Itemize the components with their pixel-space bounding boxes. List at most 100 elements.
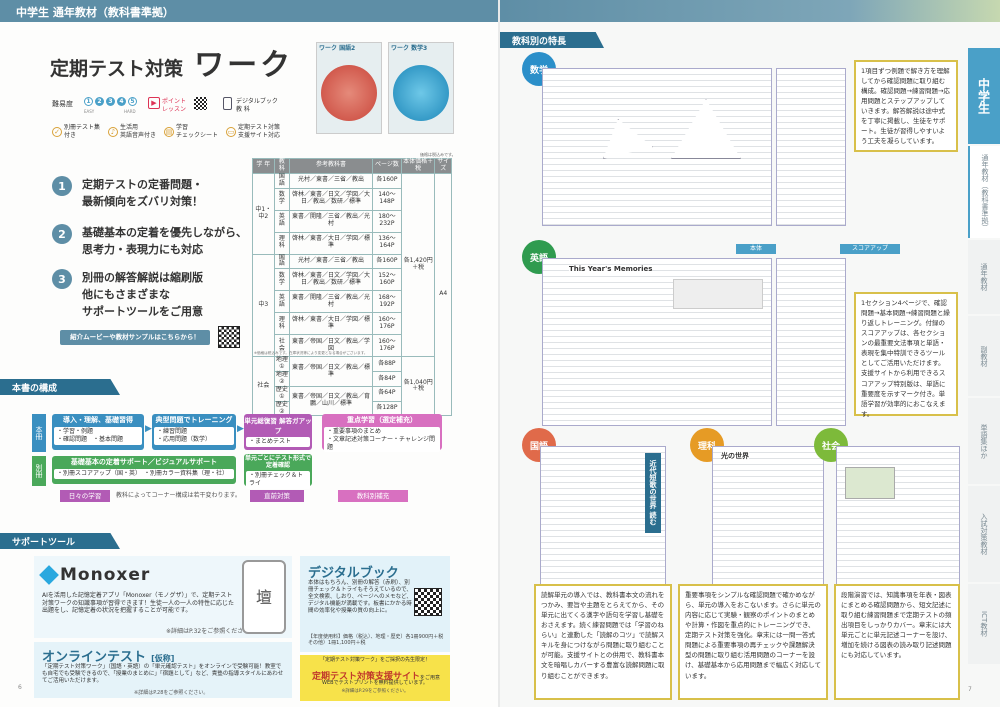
phone-mockup: 壇: [242, 560, 286, 634]
monoxer-panel: Monoxer AIを活用した記憶定着アプリ「Monoxer（モノグザ）」で、定…: [34, 556, 292, 638]
point-text: 基礎基本の定着を優先しながら、 思考力・表現力にも対応: [82, 226, 247, 257]
textbook-cell: 東書／開隆／三省／教出／光村: [289, 209, 373, 233]
table-header-row: 学 年 教 科 参考教科書 ページ数 本体価格＋税 サイズ: [252, 158, 452, 174]
subject-cell: 理 科: [273, 312, 291, 336]
math-diagram: [671, 99, 741, 159]
monoxer-logo-text: Monoxer: [60, 565, 151, 585]
tablet-icon: [223, 97, 232, 110]
feature-label: 定期テスト対策 支援サイト対応: [238, 124, 281, 139]
support-site-panel: 「定期テスト対策ワーク」をご採択の先生限定！ 定期テスト対策支援サイトをご用意 …: [300, 655, 450, 701]
pages-cell: 各88P: [371, 356, 402, 373]
pages-cell: 168〜192P: [371, 290, 402, 314]
table-header: ページ数: [371, 158, 402, 174]
difficulty-label: 難易度: [52, 100, 73, 108]
flow-bessatsu-items: ・別冊スコアアップ（国・英） ・別冊カラー資料集（理・社）: [54, 469, 234, 479]
side-tab-entrance[interactable]: 入試対策教材: [968, 486, 1000, 582]
subject-cell: 国 語: [273, 172, 291, 189]
video-button[interactable]: 紹介ムービーや教材サンプルはこちらから！: [60, 330, 210, 345]
monoxer-logo: Monoxer: [39, 565, 151, 585]
table-header: サイズ: [434, 158, 452, 174]
digital-book-panel: デジタルブック 本体はもちろん、別冊の解答（赤刷）、別冊チェック＆トライもそろえ…: [300, 556, 450, 652]
flow-training-title: 典型問題でトレーニング: [155, 416, 233, 424]
textbook-cell: 光村／東書／三省／教出: [289, 253, 373, 270]
section-subject-features: 教科別の特長: [500, 32, 604, 48]
pages-cell: 各160P: [371, 253, 402, 270]
flow-intro: 導入・理解、基礎習得 ・学習・例題 ・確認問題 ・基本問題: [52, 414, 144, 450]
feature-label: 別冊テスト集 付き: [64, 124, 101, 139]
flow-training: 典型問題でトレーニング ・練習問題 ・応用問題（数学）: [152, 414, 236, 450]
table-row: 社会 地理① 東書／帝国／日文／教出／標準 各88P 各1,040円＋税: [252, 356, 452, 417]
feature-label: 学習 チェックシート: [176, 124, 219, 139]
product-table: 学 年 教 科 参考教科書 ページ数 本体価格＋税 サイズ 中1・中2 国 語 …: [252, 158, 452, 417]
pages-cell: 140〜148P: [371, 187, 402, 211]
cover-kokugo-title: ワーク 国語: [319, 45, 352, 52]
social-page: [836, 446, 960, 586]
side-tab-annual[interactable]: 通年教材: [968, 240, 1000, 314]
side-tab-vocabulary[interactable]: 単語集ほか: [968, 398, 1000, 484]
side-tab-junior-high[interactable]: 中学生: [968, 48, 1000, 144]
arrow-icon: ▶: [145, 424, 152, 434]
social-note: 段階演習では、知識事項を年表・図表にまとめる確認問題から、短文記述に取り組む練習…: [834, 584, 960, 700]
cover-sugaku-grade: 3: [423, 45, 428, 52]
flow-bessatsu-title: 基礎基本の定着サポート／ビジュアルサポート: [70, 458, 218, 466]
table-body: 中1・中2 国 語 光村／東書／三省／教出 各160P 各1,420円＋税 A4…: [252, 172, 452, 417]
video-qr-icon[interactable]: [218, 326, 240, 348]
online-test-title-text: オンラインテスト: [42, 650, 147, 665]
table-row: 中1・中2 国 語 光村／東書／三省／教出 各160P 各1,420円＋税 A4: [252, 172, 452, 417]
online-test-text: 「定期テスト対策ワーク」（国語・英語）の「単元確認テスト」をオンラインで受験可能…: [42, 664, 284, 684]
flow-review: 単元総復習 解答ガアップ ・まとめテスト: [244, 414, 312, 450]
flow-item: ・練習問題: [157, 428, 188, 435]
english-label-scoreup: スコアアップ: [840, 244, 900, 254]
page-number-left: 6: [18, 684, 22, 691]
cover-sugaku-title: ワーク 数学: [391, 45, 424, 52]
support-site-sub: WEBでテストプリントを無料提供しています。: [322, 680, 428, 686]
pages-cell: 各64P: [371, 385, 402, 402]
subject-cell: 国 語: [273, 253, 291, 270]
flow-bessatsu: 基礎基本の定着サポート／ビジュアルサポート ・別冊スコアアップ（国・英） ・別冊…: [52, 456, 236, 484]
monoxer-text: AIを活用した記憶定着アプリ「Monoxer（モノグザ）」で、定期テスト対策ワー…: [42, 592, 235, 614]
difficulty-level-4: 4: [117, 97, 126, 106]
side-tab-ict[interactable]: ICT教材: [968, 584, 1000, 664]
side-tab-textbook[interactable]: 通年教材（教科書準拠）: [968, 146, 1000, 238]
support-site-note: ※詳細はP.29をご参照ください。: [341, 689, 409, 694]
flow-bessatsu-test: 単元ごとにテスト形式で定着確認 ・別冊チェック＆トライ: [244, 454, 312, 489]
phone-kanji: 壇: [255, 588, 272, 607]
math-note: 1項目ずつ例題で解き方を理解してから確認問題に取り組む構成。確認問題→練習問題→…: [854, 60, 958, 152]
final-prep-label: 直前対策: [250, 490, 304, 502]
english-note: 1セクション4ページで、確認問題→基本問題→練習問題と繰り返しトレーニング。付録…: [854, 292, 958, 418]
science-title: 光の世界: [721, 451, 749, 461]
flow-item: ・学習・例題: [57, 428, 94, 435]
page-number-right: 7: [968, 686, 972, 693]
japanese-title: 近代短歌の世界 読む: [645, 453, 661, 533]
point-number: 3: [52, 269, 72, 289]
english-label-main: 本体: [736, 244, 776, 254]
side-tab-supplementary[interactable]: 副教材: [968, 316, 1000, 396]
flow-focus-items: ・重要事項のまとめ ・文章記述対策コーナー・チャレンジ問題: [324, 427, 440, 453]
feature-support-site: ▭ 定期テスト対策 支援サイト対応: [226, 124, 280, 139]
digital-book-qr-icon[interactable]: [414, 588, 442, 616]
japanese-note: 読解単元の導入では、教科書本文の流れをつかみ、要旨や主題をとらえてから、その単元…: [534, 584, 672, 700]
price-cell: 各1,040円＋税: [400, 356, 436, 417]
flow-focus: 重点学習（選定補充） ・重要事項のまとめ ・文章記述対策コーナー・チャレンジ問題: [322, 414, 442, 453]
digital-book-price: 【年度使用料】価格（税込）、地理・歴史）各1冊900円＋税 その他）1冊1,10…: [308, 634, 449, 647]
title-sub: 定期テスト対策: [50, 58, 184, 80]
pages-cell: 160〜176P: [371, 312, 402, 336]
left-page: 中学生 通年教材（教科書準拠） 定期テスト対策 ワーク ワーク 国語 2 ワーク…: [0, 0, 498, 707]
grade-cell: 社会: [252, 356, 275, 417]
cover-sugaku-art: [393, 65, 449, 121]
right-header-bar: [500, 0, 1000, 22]
pages-cell: 152〜160P: [371, 268, 402, 292]
textbook-cell: 啓林／東書／日文／学図／大日／教出／数研／標準: [289, 187, 373, 211]
social-map: [845, 467, 895, 499]
pages-cell: 各84P: [371, 371, 402, 387]
subject-cell: 英 語: [273, 290, 291, 314]
online-test-title: オンラインテスト [仮称]: [42, 646, 174, 665]
flow-note: 教科によってコーナー構成は若干変わります。: [116, 492, 241, 499]
flow-item: ・文章記述対策コーナー・チャレンジ問題: [327, 435, 435, 451]
point-number: 1: [52, 176, 72, 196]
support-site-intro: 「定期テスト対策ワーク」をご採択の先生限定！: [319, 657, 430, 663]
point-number: 2: [52, 224, 72, 244]
feature-bessatsu-test: ✓ 別冊テスト集 付き: [52, 124, 100, 139]
point-lesson-label: ポイント レッスン: [162, 98, 187, 113]
difficulty-easy: EASY: [84, 109, 95, 114]
